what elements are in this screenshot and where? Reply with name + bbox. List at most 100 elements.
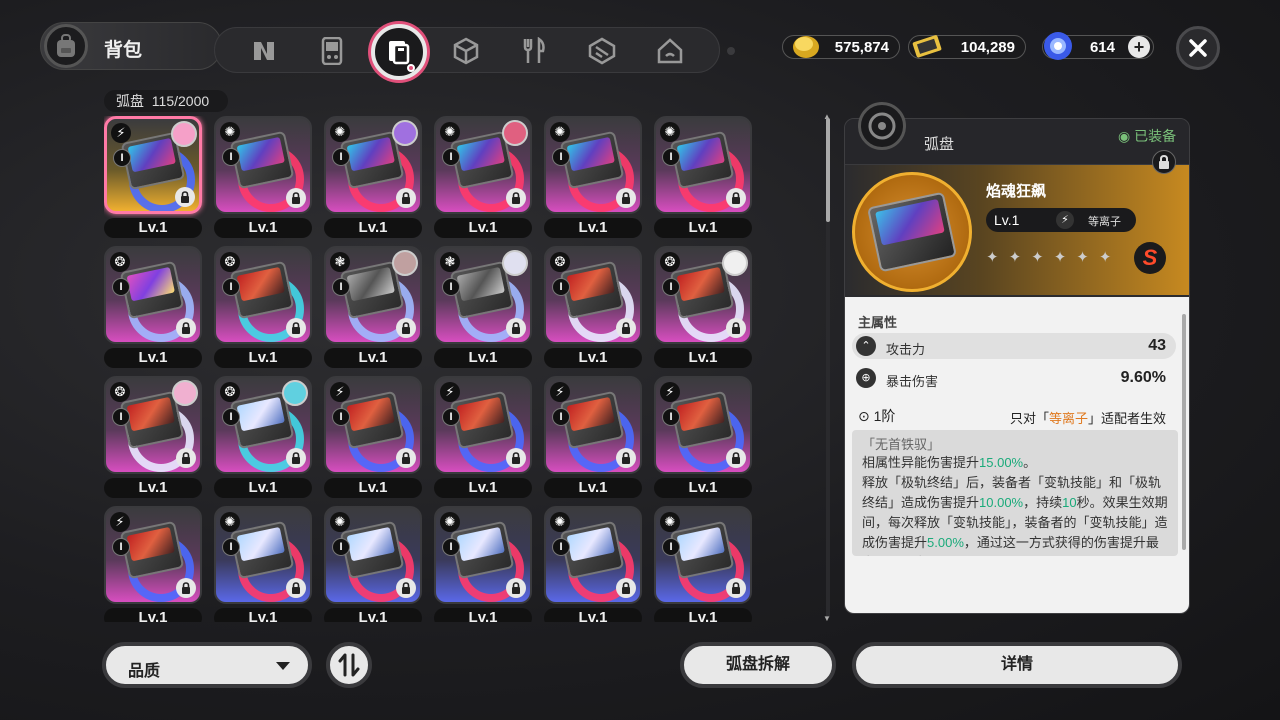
lock-icon[interactable]: [175, 187, 195, 207]
disc-card[interactable]: ✺ I Lv.1: [434, 506, 532, 622]
lock-icon[interactable]: [726, 188, 746, 208]
tier-label: 1阶: [873, 408, 896, 424]
tier-note-pre: 只对「: [1010, 411, 1050, 426]
disc-card[interactable]: ⚡ I Lv.1: [544, 376, 642, 498]
slot-badge: I: [662, 538, 680, 556]
element-icon: ✺: [220, 512, 240, 532]
disc-card[interactable]: ⚡ I Lv.1: [104, 506, 202, 622]
lock-icon[interactable]: [396, 448, 416, 468]
disc-card[interactable]: ✺ I Lv.1: [544, 116, 642, 238]
tab-food-icon[interactable]: [516, 33, 552, 69]
avatar: [282, 380, 308, 406]
close-button[interactable]: [1176, 26, 1220, 70]
disc-card-frame: ✺ I: [324, 506, 422, 604]
stat-row-attack: ⌃ 攻击力 43: [852, 333, 1176, 359]
disc-card[interactable]: ⚡ I Lv.1: [104, 116, 202, 238]
lock-icon[interactable]: [176, 318, 196, 338]
disc-card[interactable]: ✺ I Lv.1: [214, 116, 312, 238]
disc-name: 焰魂狂飙: [986, 183, 1047, 200]
disc-card[interactable]: ✺ I Lv.1: [324, 116, 422, 238]
disc-card[interactable]: ❂ I Lv.1: [104, 246, 202, 368]
sort-icon: [338, 653, 360, 677]
lock-icon[interactable]: [176, 448, 196, 468]
details-button[interactable]: 详情: [852, 642, 1182, 688]
slot-badge: I: [112, 408, 130, 426]
disc-card-frame: ✺ I: [214, 116, 312, 214]
scroll-down-arrow[interactable]: ▼: [823, 614, 831, 623]
lock-icon[interactable]: [286, 448, 306, 468]
disc-card[interactable]: ⚡ I Lv.1: [654, 376, 752, 498]
slot-badge: I: [442, 408, 460, 426]
disc-card[interactable]: ❂ I Lv.1: [214, 376, 312, 498]
disc-card[interactable]: ✺ I Lv.1: [324, 506, 422, 622]
lock-icon[interactable]: [726, 318, 746, 338]
lock-icon[interactable]: [506, 318, 526, 338]
disc-card[interactable]: ⚡ I Lv.1: [434, 376, 532, 498]
active-indicator: [407, 64, 415, 72]
dismantle-button[interactable]: 弧盘拆解: [680, 642, 836, 688]
disc-level: Lv.1: [324, 478, 422, 498]
disc-card[interactable]: ❂ I Lv.1: [544, 246, 642, 368]
disc-card[interactable]: ✺ I Lv.1: [214, 506, 312, 622]
disc-level: Lv.1: [654, 218, 752, 238]
tab-home-icon[interactable]: [652, 33, 688, 69]
lock-toggle[interactable]: [1152, 150, 1176, 174]
disc-card-frame: ❃ I: [434, 246, 532, 344]
lock-icon[interactable]: [176, 578, 196, 598]
lock-icon[interactable]: [286, 578, 306, 598]
disc-level: Lv.1: [324, 608, 422, 622]
lock-icon[interactable]: [286, 188, 306, 208]
slot-badge: I: [332, 148, 350, 166]
tab-drive-disc[interactable]: [371, 24, 427, 80]
disc-card[interactable]: ❃ I Lv.1: [434, 246, 532, 368]
disc-card[interactable]: ❂ I Lv.1: [214, 246, 312, 368]
desc-text: 。: [1023, 455, 1037, 470]
disc-card[interactable]: ⚡ I Lv.1: [324, 376, 422, 498]
disc-card-frame: ✺ I: [544, 116, 642, 214]
lock-icon[interactable]: [616, 448, 636, 468]
desc-value: 10: [1062, 495, 1077, 510]
backpack-icon: [44, 24, 88, 68]
disc-level: Lv.1: [104, 478, 202, 498]
tier-note: 只对「等离子」适配者生效: [1010, 408, 1166, 427]
lock-icon[interactable]: [726, 578, 746, 598]
slot-badge: I: [113, 149, 131, 167]
element-icon: ✺: [660, 512, 680, 532]
lock-icon[interactable]: [616, 188, 636, 208]
detail-scrollbar[interactable]: [1182, 314, 1186, 550]
tab-agents-icon[interactable]: [246, 33, 282, 69]
lock-icon[interactable]: [286, 318, 306, 338]
page-title: 背包: [104, 40, 143, 61]
set-description[interactable]: 「无首铁驭」 相属性异能伤害提升15.00%。 释放「极轨终结」后，装备者「变轨…: [852, 430, 1178, 556]
lock-icon[interactable]: [726, 448, 746, 468]
quality-filter-dropdown[interactable]: 品质: [102, 642, 312, 688]
tab-wengine-icon[interactable]: [584, 33, 620, 69]
disc-card[interactable]: ✺ I Lv.1: [654, 116, 752, 238]
tier-note-post: 」适配者生效: [1088, 411, 1167, 426]
lock-icon[interactable]: [616, 318, 636, 338]
disc-card-frame: ⚡ I: [654, 376, 752, 474]
lock-icon[interactable]: [506, 448, 526, 468]
grid-scrollbar-thumb[interactable]: [826, 118, 830, 222]
lock-icon[interactable]: [396, 188, 416, 208]
lock-icon[interactable]: [506, 188, 526, 208]
sort-button[interactable]: [326, 642, 372, 688]
disc-card[interactable]: ❂ I Lv.1: [104, 376, 202, 498]
disc-card[interactable]: ✺ I Lv.1: [434, 116, 532, 238]
disc-card[interactable]: ❂ I Lv.1: [654, 246, 752, 368]
tab-materials-icon[interactable]: [448, 33, 484, 69]
element-icon: ✺: [330, 122, 350, 142]
add-energy-button[interactable]: +: [1128, 36, 1150, 58]
lock-icon[interactable]: [396, 318, 416, 338]
desc-text: ，持续: [1023, 495, 1063, 510]
lock-icon[interactable]: [616, 578, 636, 598]
main-attr-title: 主属性: [858, 315, 898, 330]
disc-card[interactable]: ✺ I Lv.1: [654, 506, 752, 622]
disc-card-frame: ❂ I: [654, 246, 752, 344]
lock-icon: [1159, 155, 1169, 169]
disc-card[interactable]: ❃ I Lv.1: [324, 246, 422, 368]
lock-icon[interactable]: [506, 578, 526, 598]
tab-device-icon[interactable]: [314, 33, 350, 69]
lock-icon[interactable]: [396, 578, 416, 598]
disc-card[interactable]: ✺ I Lv.1: [544, 506, 642, 622]
